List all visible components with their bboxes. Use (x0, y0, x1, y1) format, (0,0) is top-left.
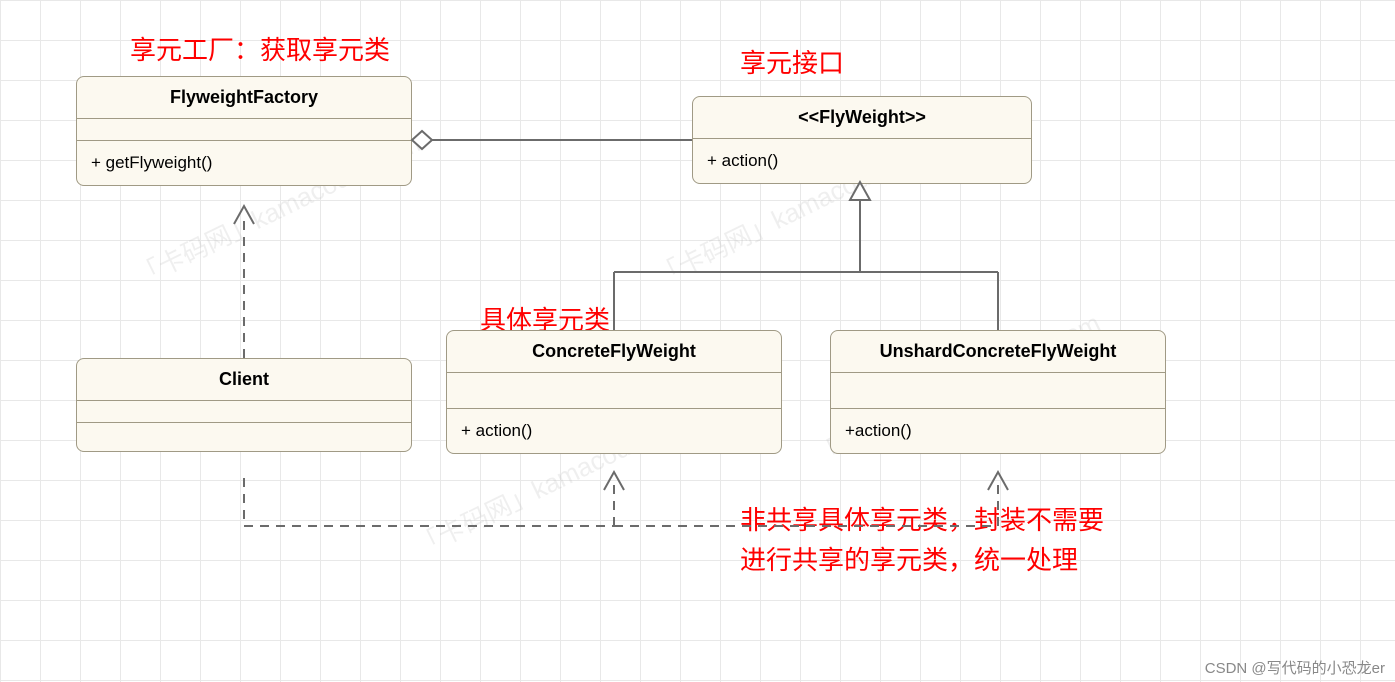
class-title: ConcreteFlyWeight (447, 331, 781, 373)
class-title: FlyweightFactory (77, 77, 411, 119)
label-unshared-1: 非共享具体享元类，封装不需要 (740, 500, 1104, 537)
class-title: <<FlyWeight>> (693, 97, 1031, 139)
class-unshared-concrete-flyweight: UnshardConcreteFlyWeight +action() (830, 330, 1166, 454)
class-attributes (77, 401, 411, 423)
class-client: Client (76, 358, 412, 452)
class-methods: + action() (447, 409, 781, 453)
class-methods: + action() (693, 139, 1031, 183)
class-title: UnshardConcreteFlyWeight (831, 331, 1165, 373)
class-title: Client (77, 359, 411, 401)
class-flyweight-factory: FlyweightFactory + getFlyweight() (76, 76, 412, 186)
label-unshared-2: 进行共享的享元类，统一处理 (740, 540, 1078, 577)
attribution: CSDN @写代码的小恐龙er (1205, 657, 1385, 678)
class-concrete-flyweight: ConcreteFlyWeight + action() (446, 330, 782, 454)
label-factory: 享元工厂：获取享元类 (130, 30, 390, 67)
class-methods: +action() (831, 409, 1165, 453)
class-methods (77, 423, 411, 451)
class-attributes (831, 373, 1165, 409)
class-methods: + getFlyweight() (77, 141, 411, 185)
class-flyweight-interface: <<FlyWeight>> + action() (692, 96, 1032, 184)
label-interface: 享元接口 (740, 43, 844, 80)
class-attributes (447, 373, 781, 409)
class-attributes (77, 119, 411, 141)
